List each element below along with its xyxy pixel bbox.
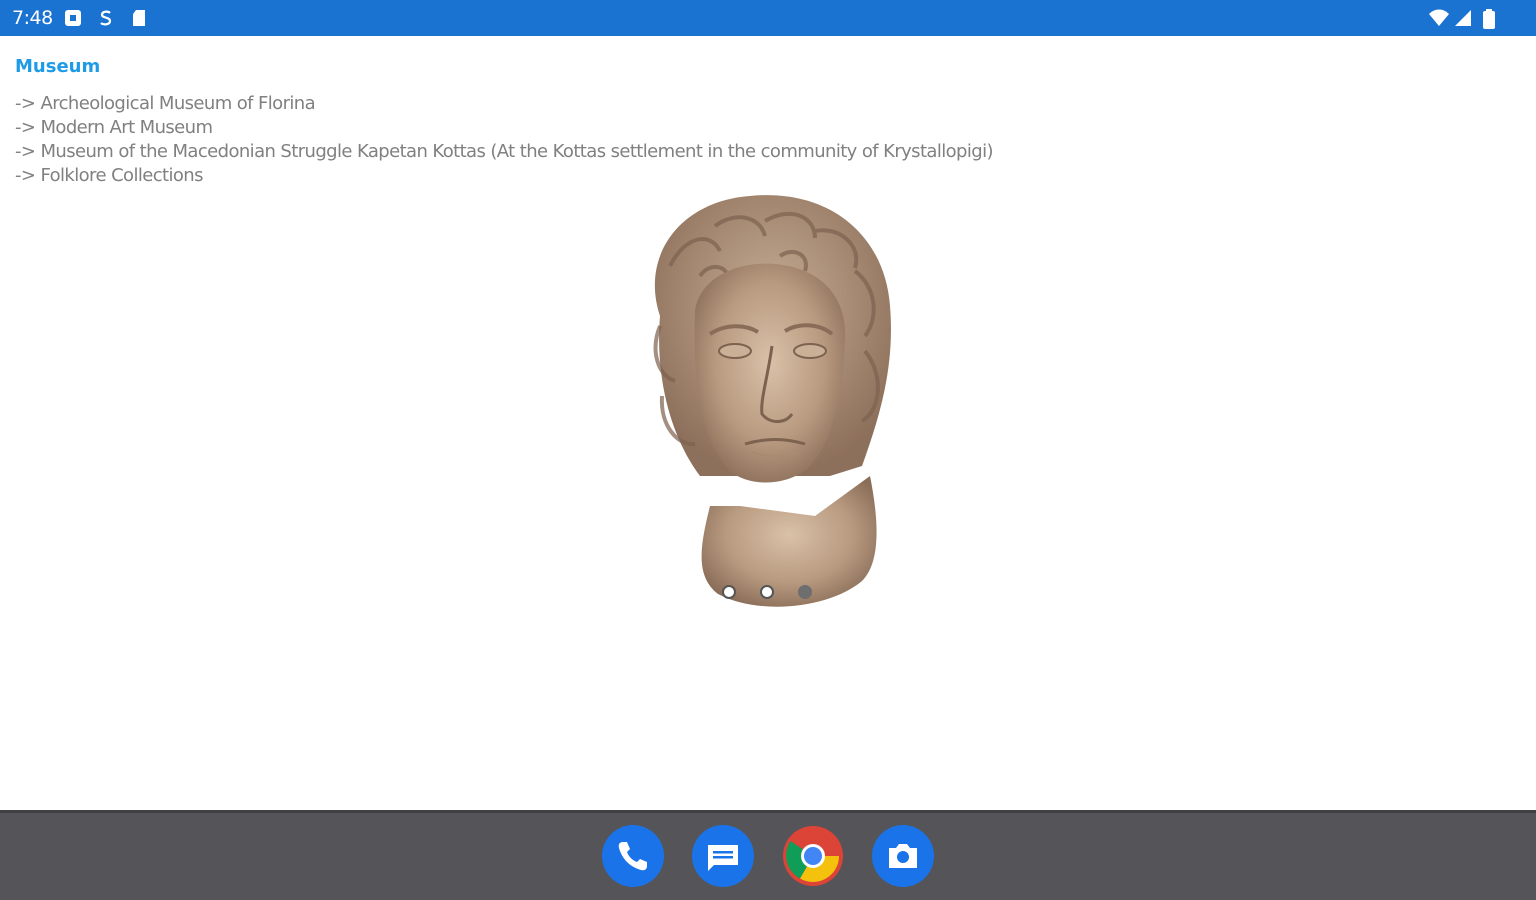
battery-icon bbox=[1482, 9, 1496, 34]
taskbar bbox=[0, 810, 1536, 900]
museum-list: -> Archeological Museum of Florina -> Mo… bbox=[15, 92, 994, 188]
phone-icon[interactable] bbox=[602, 825, 664, 887]
list-item: -> Archeological Museum of Florina bbox=[15, 93, 316, 114]
status-time: 7:48 bbox=[12, 7, 53, 29]
page-dot-3-active[interactable] bbox=[798, 585, 812, 599]
messages-icon[interactable] bbox=[692, 825, 754, 887]
page-dot-1[interactable] bbox=[722, 585, 736, 599]
chrome-icon[interactable] bbox=[782, 825, 844, 887]
sd-card-icon bbox=[130, 9, 148, 32]
wifi-icon bbox=[1428, 9, 1450, 32]
marble-bust-image bbox=[653, 195, 891, 607]
page-dot-2[interactable] bbox=[760, 585, 774, 599]
s-icon bbox=[97, 9, 115, 32]
notification-square-icon bbox=[64, 9, 82, 32]
camera-icon[interactable] bbox=[872, 825, 934, 887]
signal-icon bbox=[1453, 9, 1473, 32]
status-bar: 7:48 bbox=[0, 0, 1536, 36]
image-carousel[interactable] bbox=[600, 176, 936, 616]
section-title: Museum bbox=[15, 56, 101, 77]
list-item: -> Modern Art Museum bbox=[15, 117, 213, 138]
carousel-indicator bbox=[718, 585, 818, 605]
list-item: -> Museum of the Macedonian Struggle Kap… bbox=[15, 141, 994, 162]
